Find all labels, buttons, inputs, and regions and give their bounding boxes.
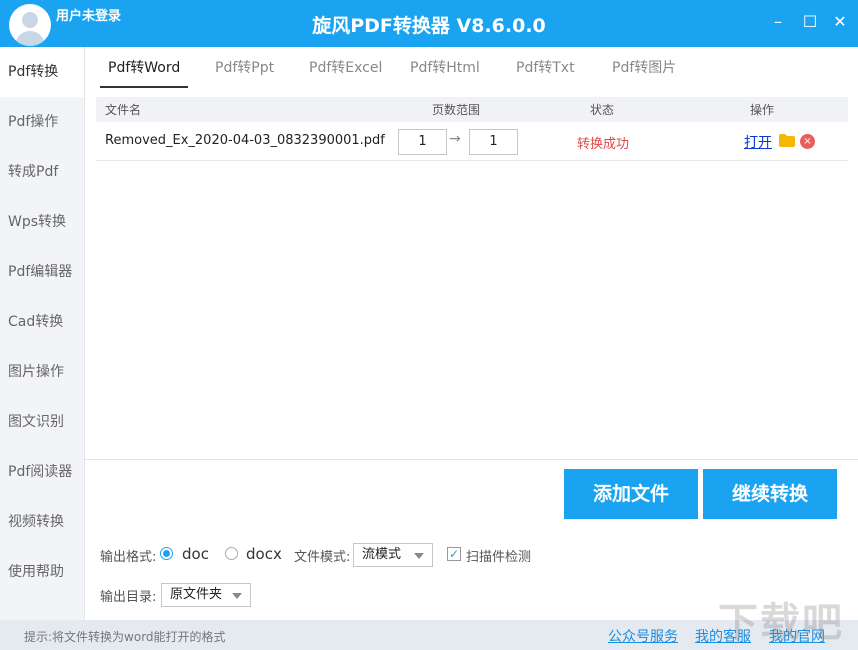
sidebar-item-wps-convert[interactable]: Wps转换 — [0, 197, 84, 247]
output-dir-select[interactable]: 原文件夹 — [161, 583, 251, 607]
tab-pdf-to-excel[interactable]: Pdf转Excel — [309, 58, 382, 88]
panel-divider — [85, 459, 858, 460]
scan-check-label[interactable]: 扫描件检测 — [466, 546, 531, 565]
sidebar-item-to-pdf[interactable]: 转成Pdf — [0, 147, 84, 197]
add-file-button[interactable]: 添加文件 — [564, 469, 698, 519]
sidebar-item-pdf-editor[interactable]: Pdf编辑器 — [0, 247, 84, 297]
tab-pdf-to-ppt[interactable]: Pdf转Ppt — [215, 58, 274, 88]
output-format-label: 输出格式: — [100, 550, 157, 565]
tab-pdf-to-image[interactable]: Pdf转图片 — [612, 58, 676, 88]
column-header-page-range: 页数范围 — [432, 103, 481, 117]
sidebar-item-pdf-reader[interactable]: Pdf阅读器 — [0, 447, 84, 497]
tab-pdf-to-html[interactable]: Pdf转Html — [410, 58, 480, 88]
file-mode-label: 文件模式: — [294, 550, 351, 565]
chevron-down-icon — [414, 553, 424, 559]
close-button[interactable]: ✕ — [830, 12, 850, 32]
column-header-actions: 操作 — [750, 103, 775, 117]
column-header-filename: 文件名 — [105, 103, 142, 117]
sidebar-item-pdf-operate[interactable]: Pdf操作 — [0, 97, 84, 147]
format-docx-label[interactable]: docx — [246, 545, 282, 563]
output-dir-value: 原文件夹 — [170, 587, 223, 602]
format-doc-radio[interactable] — [160, 547, 173, 560]
hint-text: 提示:将文件转换为word能打开的格式 — [24, 630, 226, 644]
sidebar: Pdf转换 Pdf操作 转成Pdf Wps转换 Pdf编辑器 Cad转换 图片操… — [0, 47, 85, 620]
continue-convert-button[interactable]: 继续转换 — [703, 469, 837, 519]
output-dir-label: 输出目录: — [100, 590, 157, 605]
maximize-button[interactable]: ☐ — [800, 12, 820, 32]
page-from-input[interactable]: 1 — [398, 129, 447, 155]
format-docx-radio[interactable] — [225, 547, 238, 560]
sidebar-item-help[interactable]: 使用帮助 — [0, 547, 84, 597]
watermark: 下载吧 — [718, 600, 844, 646]
arrow-right-icon: → — [449, 131, 461, 147]
sidebar-item-pdf-convert[interactable]: Pdf转换 — [0, 47, 84, 97]
format-doc-label[interactable]: doc — [182, 545, 209, 563]
file-mode-select[interactable]: 流模式 — [353, 543, 433, 567]
sidebar-item-image-operate[interactable]: 图片操作 — [0, 347, 84, 397]
title-bar: 用户未登录 旋风PDF转换器 V8.6.0.0 – ☐ ✕ — [0, 0, 858, 47]
open-link[interactable]: 打开 — [744, 132, 772, 152]
tab-pdf-to-word[interactable]: Pdf转Word — [100, 58, 189, 88]
sidebar-item-video-convert[interactable]: 视频转换 — [0, 497, 84, 547]
folder-icon[interactable] — [779, 134, 795, 147]
page-to-input[interactable]: 1 — [469, 129, 518, 155]
file-mode-value: 流模式 — [362, 547, 402, 562]
status-text: 转换成功 — [577, 137, 630, 152]
table-header: 文件名 页数范围 状态 操作 — [96, 97, 848, 122]
column-header-status: 状态 — [590, 103, 615, 117]
sidebar-item-cad-convert[interactable]: Cad转换 — [0, 297, 84, 347]
row-divider — [96, 160, 848, 161]
chevron-down-icon — [232, 593, 242, 599]
minimize-button[interactable]: – — [768, 12, 788, 32]
official-account-link[interactable]: 公众号服务 — [608, 626, 678, 646]
app-title: 旋风PDF转换器 V8.6.0.0 — [312, 15, 546, 37]
remove-icon[interactable]: × — [800, 134, 815, 149]
tab-pdf-to-txt[interactable]: Pdf转Txt — [516, 58, 575, 88]
sidebar-item-ocr[interactable]: 图文识别 — [0, 397, 84, 447]
file-name: Removed_Ex_2020-04-03_0832390001.pdf — [105, 133, 385, 148]
scan-check-checkbox[interactable]: ✓ — [447, 547, 461, 561]
